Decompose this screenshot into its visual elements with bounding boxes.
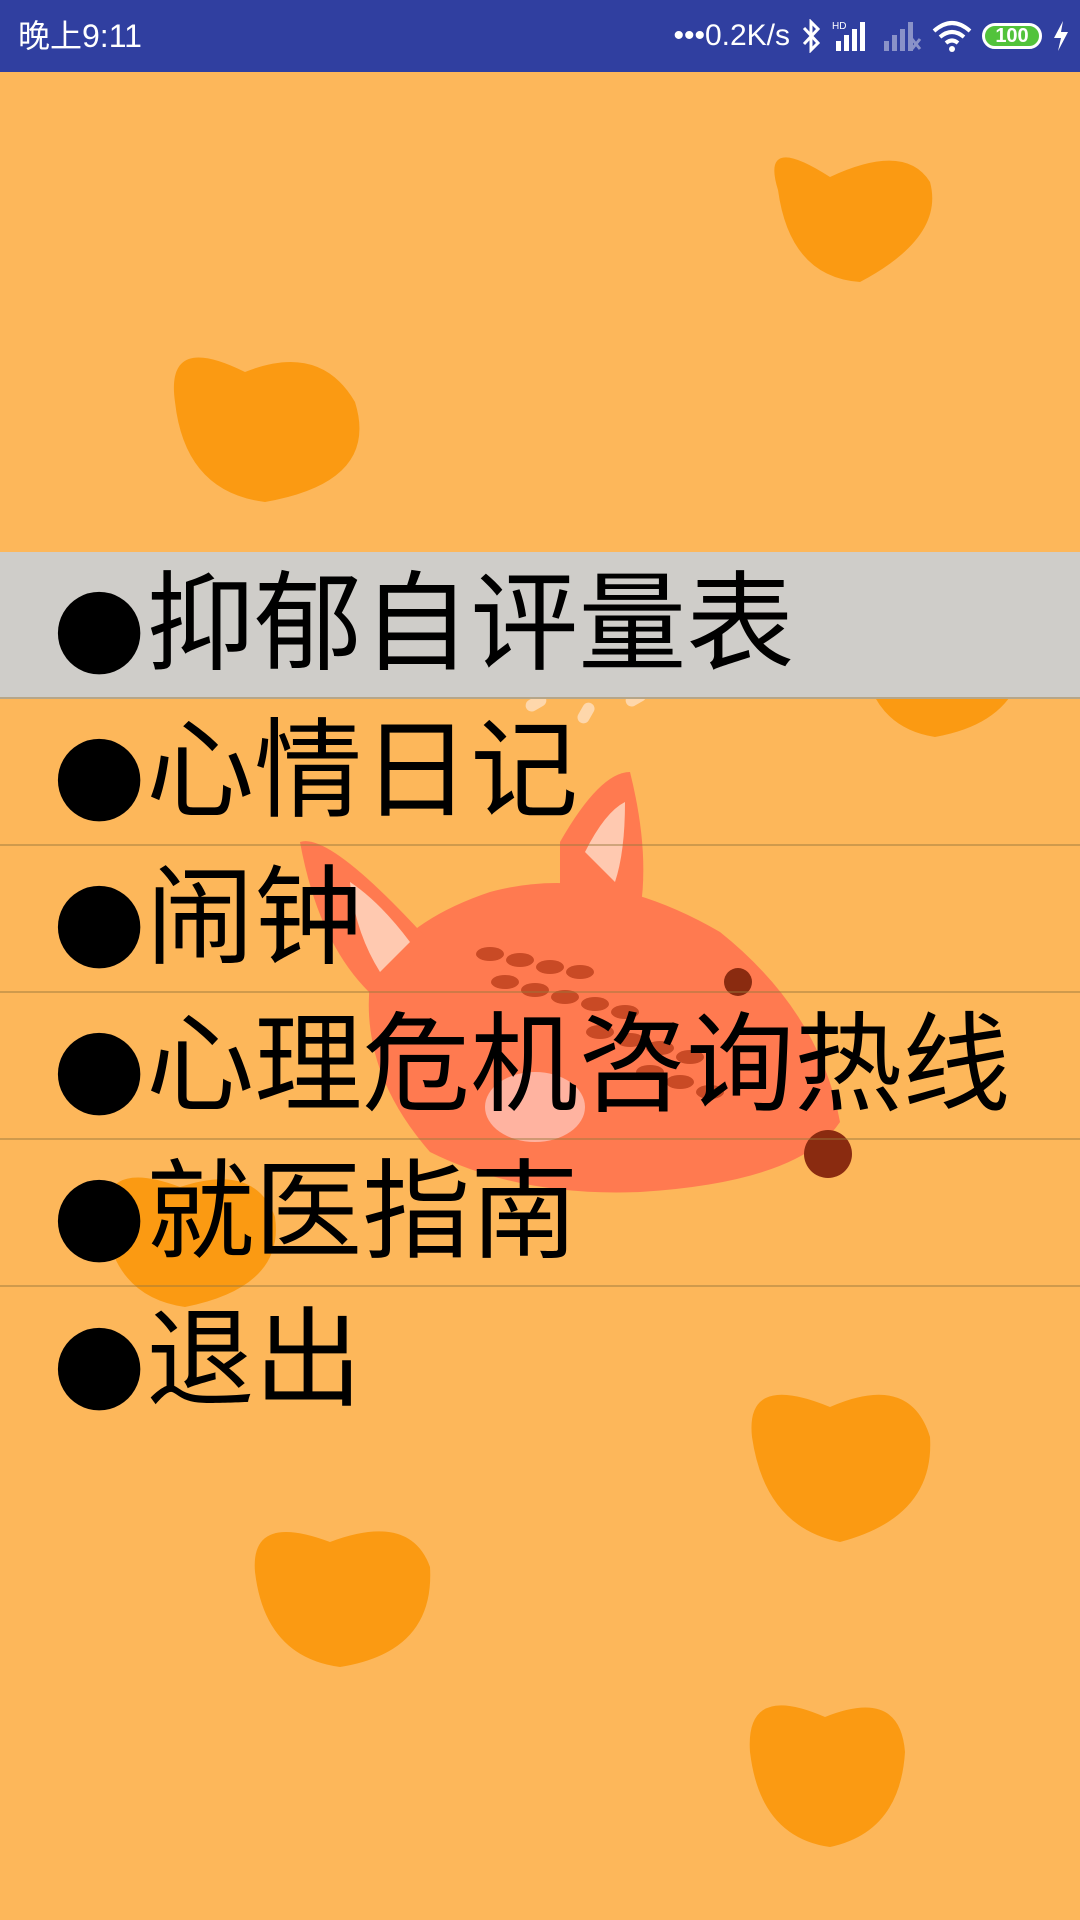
menu-item-exit[interactable]: ●退出	[0, 1287, 1080, 1434]
menu-item-medical-guide[interactable]: ●就医指南	[0, 1140, 1080, 1287]
no-signal-icon	[882, 19, 922, 53]
menu-item-label: ●心理危机咨询热线	[52, 1002, 1011, 1128]
network-speed: •••0.2K/s	[673, 19, 790, 52]
heart-shape	[749, 1705, 905, 1847]
bluetooth-icon	[800, 19, 822, 53]
menu-item-label: ●心情日记	[52, 708, 579, 834]
battery-icon: 100	[982, 23, 1042, 49]
menu-item-mood-diary[interactable]: ●心情日记	[0, 699, 1080, 846]
status-time: 晚上9:11	[18, 18, 142, 54]
heart-shape	[774, 157, 933, 282]
wifi-icon	[932, 19, 972, 53]
menu-item-label: ●闹钟	[52, 855, 363, 981]
heart-shape	[173, 357, 360, 502]
menu-item-crisis-hotline[interactable]: ●心理危机咨询热线	[0, 993, 1080, 1140]
heart-shape	[254, 1531, 431, 1667]
svg-text:HD: HD	[832, 21, 846, 32]
menu-item-label: ●抑郁自评量表	[52, 561, 795, 687]
menu-item-depression-scale[interactable]: ●抑郁自评量表	[0, 552, 1080, 699]
hd-signal-icon: HD	[832, 19, 872, 53]
status-indicators: •••0.2K/s HD 100	[673, 12, 1070, 60]
menu-item-alarm[interactable]: ●闹钟	[0, 846, 1080, 993]
charging-icon	[1052, 19, 1070, 53]
main-menu: ●抑郁自评量表 ●心情日记 ●闹钟 ●心理危机咨询热线 ●就医指南 ●退出	[0, 552, 1080, 1434]
menu-item-label: ●就医指南	[52, 1149, 579, 1275]
menu-item-label: ●退出	[52, 1297, 363, 1423]
status-bar: 晚上9:11 •••0.2K/s HD 100	[0, 0, 1080, 72]
app-screen: 晚上9:11 •••0.2K/s HD 100 ●抑郁自评量表 ●心情日记 ●闹…	[0, 0, 1080, 1920]
